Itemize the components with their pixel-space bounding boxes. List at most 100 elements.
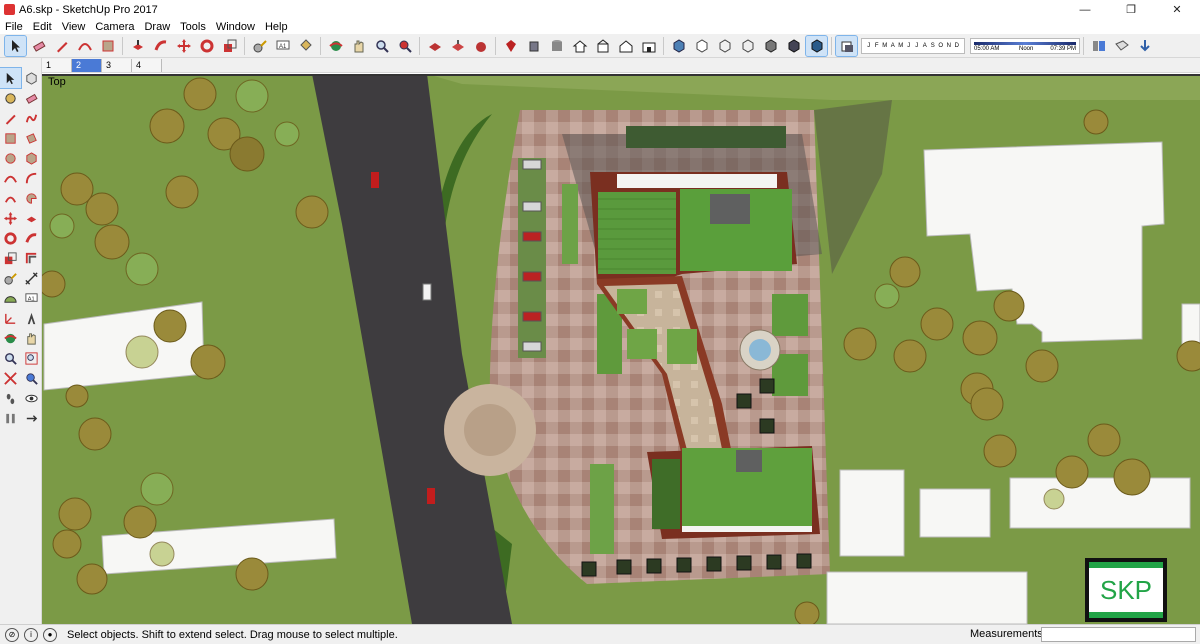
- menu-edit[interactable]: Edit: [28, 21, 57, 33]
- two-point-arc-tool[interactable]: [21, 168, 42, 188]
- axes-tool[interactable]: [0, 308, 21, 328]
- display-section-button[interactable]: [1111, 36, 1132, 56]
- dimension-tool[interactable]: [21, 268, 42, 288]
- follow-me-icon: [25, 232, 37, 243]
- extension-warehouse-button[interactable]: [470, 36, 491, 56]
- scale-tool-button[interactable]: [219, 36, 240, 56]
- geo-location-icon[interactable]: ⊘: [5, 627, 19, 642]
- user-icon[interactable]: ●: [43, 627, 57, 642]
- zoom-window-tool[interactable]: [21, 348, 42, 368]
- move-tool-button[interactable]: [173, 36, 194, 56]
- pan-tool[interactable]: [21, 328, 42, 348]
- tape-measure-button[interactable]: [249, 36, 270, 56]
- follow-me-tool[interactable]: [21, 228, 42, 248]
- select-tool-button[interactable]: [4, 34, 27, 57]
- look-around-tool[interactable]: [21, 388, 42, 408]
- position-camera-tool[interactable]: [0, 388, 21, 408]
- scene-tab-1[interactable]: 1: [42, 58, 72, 72]
- select-tool[interactable]: [0, 67, 22, 89]
- restore-button[interactable]: ❐: [1108, 0, 1154, 19]
- previous-view-tool[interactable]: [21, 368, 42, 388]
- right-view-button[interactable]: [615, 36, 636, 56]
- component-button[interactable]: [523, 36, 544, 56]
- offset-tool[interactable]: [21, 248, 42, 268]
- follow-me-button[interactable]: [150, 36, 171, 56]
- credits-icon[interactable]: i: [24, 627, 38, 642]
- xray-style-button[interactable]: [668, 36, 689, 56]
- eraser-tool[interactable]: [21, 88, 42, 108]
- menu-help[interactable]: Help: [260, 21, 293, 33]
- shadow-month-slider[interactable]: J F M A M J J A S O N D: [861, 37, 965, 54]
- front-view-button[interactable]: [592, 36, 613, 56]
- protractor-tool[interactable]: [0, 288, 21, 308]
- menu-camera[interactable]: Camera: [90, 21, 139, 33]
- push-pull-button[interactable]: [127, 36, 148, 56]
- zoom-button[interactable]: [371, 36, 392, 56]
- pie-tool[interactable]: [21, 188, 42, 208]
- location-button[interactable]: [1134, 36, 1155, 56]
- pan-button[interactable]: [348, 36, 369, 56]
- menu-tools[interactable]: Tools: [175, 21, 211, 33]
- scene-tab-3[interactable]: 3: [102, 58, 132, 72]
- scene-tab-2[interactable]: 2: [72, 58, 102, 72]
- rotated-rectangle-tool[interactable]: [21, 128, 42, 148]
- 3d-warehouse-button[interactable]: [424, 36, 445, 56]
- paint-bucket-tool[interactable]: [0, 88, 21, 108]
- orbit-button[interactable]: [325, 36, 346, 56]
- polygon-tool[interactable]: [21, 148, 42, 168]
- make-component-tool[interactable]: [21, 68, 42, 88]
- shape-tool-button[interactable]: [97, 36, 118, 56]
- scene-tab-4[interactable]: 4: [132, 58, 162, 72]
- shaded-button[interactable]: [760, 36, 781, 56]
- tree-planter: [676, 557, 692, 573]
- push-pull-tool[interactable]: [21, 208, 42, 228]
- measurements-input[interactable]: [1041, 627, 1196, 642]
- shadows-toggle-button[interactable]: [835, 34, 858, 57]
- scale-tool[interactable]: [0, 248, 21, 268]
- zoom-tool[interactable]: [0, 348, 21, 368]
- house-view-button[interactable]: [569, 36, 590, 56]
- menu-view[interactable]: View: [57, 21, 91, 33]
- tape-measure-tool[interactable]: [0, 268, 21, 288]
- close-button[interactable]: ✕: [1154, 0, 1200, 19]
- minimize-button[interactable]: —: [1062, 0, 1108, 19]
- paint-bucket-button[interactable]: [295, 36, 316, 56]
- share-model-button[interactable]: [447, 36, 468, 56]
- text-tool[interactable]: A1: [21, 288, 42, 308]
- walk-tool[interactable]: [0, 408, 21, 428]
- extension-button[interactable]: [500, 36, 521, 56]
- site-plan-drawing: [42, 74, 1200, 624]
- orbit-tool[interactable]: [0, 328, 21, 348]
- back-view-button[interactable]: [638, 36, 659, 56]
- wireframe-button[interactable]: [714, 36, 735, 56]
- line-tool-button[interactable]: [51, 36, 72, 56]
- warehouse-cylinder-button[interactable]: [546, 36, 567, 56]
- freehand-tool[interactable]: [21, 108, 42, 128]
- menu-window[interactable]: Window: [211, 21, 260, 33]
- menu-file[interactable]: File: [0, 21, 28, 33]
- section-plane-button[interactable]: [1088, 36, 1109, 56]
- zoom-extents-button[interactable]: [394, 36, 415, 56]
- circle-tool[interactable]: [0, 148, 21, 168]
- shadow-time-slider[interactable]: 05:00 AM Noon 07:39 PM: [970, 37, 1080, 54]
- model-viewport[interactable]: Top SKP: [42, 74, 1200, 624]
- three-point-arc-tool[interactable]: [0, 188, 21, 208]
- eraser-tool-button[interactable]: [28, 36, 49, 56]
- rotate-tool-button[interactable]: [196, 36, 217, 56]
- line-tool[interactable]: [0, 108, 21, 128]
- 3d-text-tool[interactable]: [21, 308, 42, 328]
- text-label-icon: A1: [276, 40, 289, 50]
- shaded-textures-button[interactable]: [783, 36, 804, 56]
- menu-draw[interactable]: Draw: [139, 21, 175, 33]
- zoom-extents-tool[interactable]: [0, 368, 21, 388]
- back-edges-button[interactable]: [691, 36, 712, 56]
- rotate-tool[interactable]: [0, 228, 21, 248]
- text-tool-button[interactable]: A1: [272, 36, 293, 56]
- rectangle-tool[interactable]: [0, 128, 21, 148]
- move-tool[interactable]: [0, 208, 21, 228]
- arc-tool[interactable]: [0, 168, 21, 188]
- arc-tool-button[interactable]: [74, 36, 95, 56]
- hidden-line-button[interactable]: [737, 36, 758, 56]
- section-plane-tool[interactable]: [21, 408, 42, 428]
- monochrome-button[interactable]: [805, 34, 828, 57]
